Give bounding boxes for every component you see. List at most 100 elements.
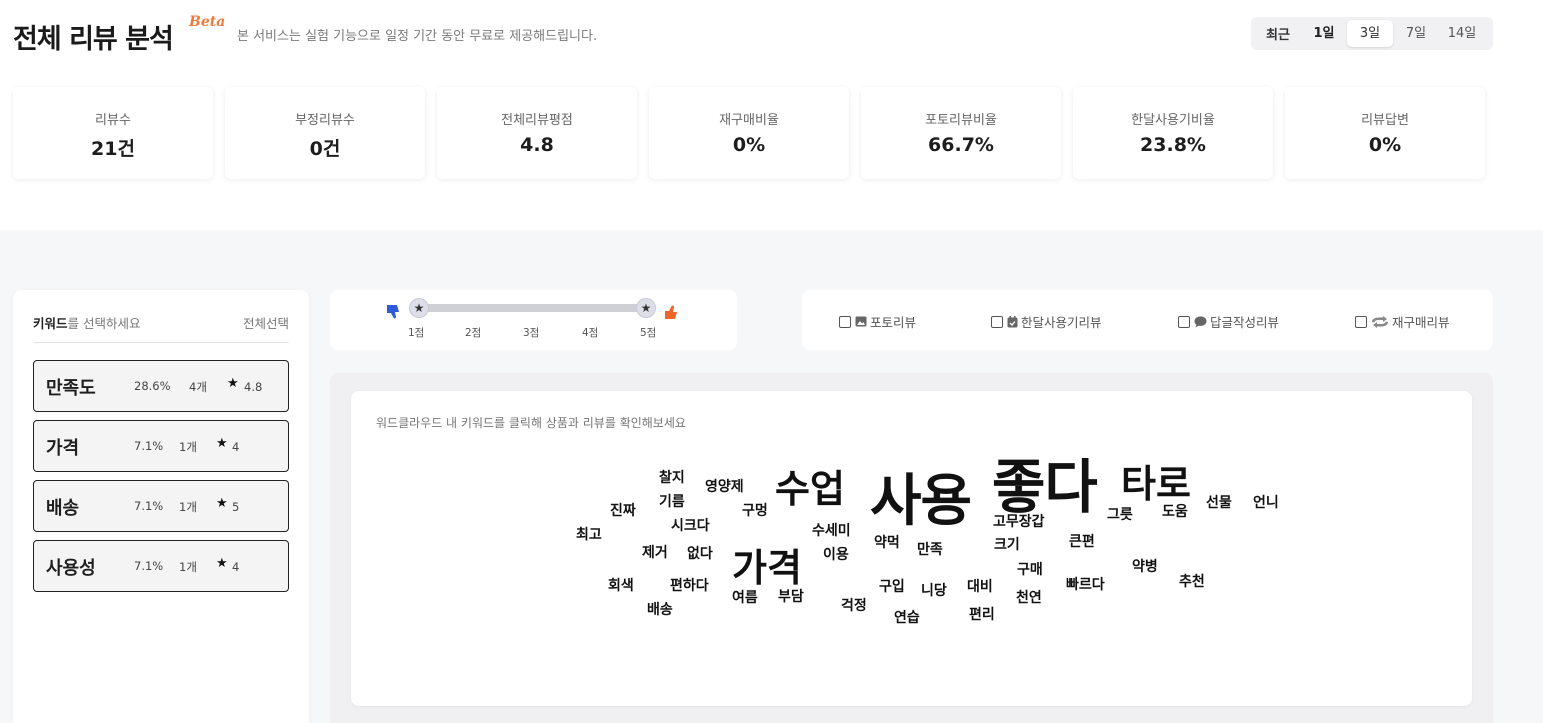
stat-card-negative-count: 부정리뷰수 0건 <box>225 87 425 179</box>
stat-label: 한달사용기비율 <box>1131 113 1215 128</box>
period-option-7d[interactable]: 7일 <box>1393 20 1439 47</box>
cloud-word[interactable]: 그릇 <box>1107 504 1133 524</box>
rating-tick: 1점 <box>408 327 425 339</box>
stat-card-reply-ratio: 리뷰답변 0% <box>1285 87 1485 179</box>
cloud-word[interactable]: 도움 <box>1162 501 1188 521</box>
cloud-word[interactable]: 회색 <box>608 575 634 595</box>
cloud-word[interactable]: 언니 <box>1253 492 1279 512</box>
cloud-word[interactable]: 최고 <box>576 524 602 544</box>
keyword-item-usability[interactable]: 사용성 7.1% 1개 ★ 4 <box>33 540 289 592</box>
cloud-word[interactable]: 걱정 <box>841 595 867 615</box>
keyword-count: 4개 <box>189 380 207 394</box>
period-label: 최근 <box>1266 28 1290 43</box>
keyword-item-price[interactable]: 가격 7.1% 1개 ★ 4 <box>33 420 289 472</box>
stat-label: 전체리뷰평점 <box>501 113 573 128</box>
cloud-word[interactable]: 만족 <box>917 539 943 559</box>
filter-reply-review[interactable]: 답글작성리뷰 <box>1178 312 1279 331</box>
cloud-word[interactable]: 진짜 <box>610 500 636 520</box>
cloud-word[interactable]: 편하다 <box>670 575 709 595</box>
filter-label: 한달사용기리뷰 <box>1021 315 1102 330</box>
cloud-word[interactable]: 가격 <box>732 537 802 592</box>
stat-value: 23.8% <box>1140 134 1206 156</box>
checkbox[interactable] <box>1178 315 1190 328</box>
keyword-count: 1개 <box>179 440 197 454</box>
wordcloud-hint: 워드클라우드 내 키워드를 클릭해 상품과 리뷰를 확인해보세요 <box>376 416 686 430</box>
cloud-word[interactable]: 배송 <box>647 599 673 619</box>
cloud-word[interactable]: 사용 <box>870 456 972 537</box>
period-option-14d[interactable]: 14일 <box>1439 20 1485 47</box>
filter-photo-review[interactable]: 포토리뷰 <box>839 312 916 331</box>
keyword-item-delivery[interactable]: 배송 7.1% 1개 ★ 5 <box>33 480 289 532</box>
cloud-word[interactable]: 영양제 <box>705 476 744 496</box>
cloud-word[interactable]: 추천 <box>1179 571 1205 591</box>
review-type-filters: 포토리뷰 한달사용기리뷰 답글작성리뷰 재구매리뷰 <box>802 290 1493 350</box>
star-icon: ★ <box>227 376 239 391</box>
keyword-percent: 28.6% <box>134 379 171 393</box>
keyword-count: 1개 <box>179 500 197 514</box>
cloud-word[interactable]: 구매 <box>1017 559 1043 579</box>
cloud-word[interactable]: 시크다 <box>671 515 710 535</box>
star-icon: ★ <box>216 436 228 451</box>
cloud-word[interactable]: 수세미 <box>812 520 851 540</box>
cloud-word[interactable]: 부담 <box>778 586 804 606</box>
stats-row: 리뷰수 21건 부정리뷰수 0건 전체리뷰평점 4.8 재구매비율 0% 포토리… <box>13 87 1485 179</box>
cloud-word[interactable]: 없다 <box>687 543 713 563</box>
cloud-word[interactable]: 기름 <box>659 491 685 511</box>
filter-repurchase-review[interactable]: 재구매리뷰 <box>1355 312 1450 331</box>
thumbs-down-icon <box>387 304 401 324</box>
period-option-3d[interactable]: 3일 <box>1347 20 1393 47</box>
checkbox[interactable] <box>991 315 1003 328</box>
cloud-word[interactable]: 큰편 <box>1069 531 1095 551</box>
select-all-link[interactable]: 전체선택 <box>243 313 289 332</box>
filter-label: 재구매리뷰 <box>1392 315 1450 330</box>
cloud-word[interactable]: 고무장갑 <box>993 511 1045 531</box>
cloud-word[interactable]: 빠르다 <box>1066 574 1105 594</box>
stat-value: 0% <box>1368 134 1402 156</box>
stat-card-review-count: 리뷰수 21건 <box>13 87 213 179</box>
cloud-word[interactable]: 대비 <box>967 576 993 596</box>
stat-card-month-use-ratio: 한달사용기비율 23.8% <box>1073 87 1273 179</box>
stat-value: 0건 <box>309 138 341 160</box>
cloud-word[interactable]: 구멍 <box>742 500 768 520</box>
keyword-prompt: 키워드를 선택하세요 <box>33 316 141 331</box>
cloud-word[interactable]: 선물 <box>1206 492 1232 512</box>
cloud-word[interactable]: 수업 <box>775 458 845 513</box>
cloud-word[interactable]: 제거 <box>642 542 668 562</box>
cloud-word[interactable]: 약병 <box>1132 556 1158 576</box>
cloud-word[interactable]: 편리 <box>969 604 995 624</box>
star-icon: ★ <box>216 556 228 571</box>
cloud-word[interactable]: 크기 <box>994 534 1020 554</box>
photo-icon <box>855 316 867 327</box>
cloud-word[interactable]: 이용 <box>823 544 849 564</box>
stat-value: 21건 <box>91 138 135 160</box>
stat-label: 리뷰수 <box>95 113 131 128</box>
rating-slider-max-handle[interactable]: ★ <box>637 299 655 317</box>
cloud-word[interactable]: 찰지 <box>659 467 685 487</box>
period-option-1d[interactable]: 1일 <box>1301 20 1347 47</box>
checkbox[interactable] <box>1355 315 1367 328</box>
cloud-word[interactable]: 타로 <box>1121 453 1191 508</box>
checkbox[interactable] <box>839 315 851 328</box>
cloud-word[interactable]: 약먹 <box>874 532 900 552</box>
stat-label: 리뷰답변 <box>1361 113 1409 128</box>
keyword-name: 가격 <box>46 438 80 459</box>
cloud-word[interactable]: 천연 <box>1016 587 1042 607</box>
keyword-percent: 7.1% <box>134 499 164 513</box>
keyword-name: 사용성 <box>46 558 96 579</box>
keyword-rating: 4.8 <box>244 380 263 394</box>
rating-slider-track[interactable] <box>419 304 647 312</box>
keyword-panel: 키워드를 선택하세요 전체선택 만족도 28.6% 4개 ★ 4.8 가격 7.… <box>13 290 309 723</box>
stat-value: 4.8 <box>520 134 554 156</box>
cloud-word[interactable]: 여름 <box>732 587 758 607</box>
cloud-word[interactable]: 니당 <box>921 580 947 600</box>
cloud-word[interactable]: 구입 <box>879 576 905 596</box>
speech-bubble-icon <box>1194 315 1207 328</box>
stat-value: 66.7% <box>928 134 994 156</box>
filter-month-use-review[interactable]: 한달사용기리뷰 <box>991 312 1102 331</box>
rating-slider-min-handle[interactable]: ★ <box>410 299 428 317</box>
keyword-item-satisfaction[interactable]: 만족도 28.6% 4개 ★ 4.8 <box>33 360 289 412</box>
calendar-icon <box>1007 315 1018 328</box>
stat-label: 재구매비율 <box>719 113 779 128</box>
keyword-rating: 4 <box>232 560 240 574</box>
cloud-word[interactable]: 연습 <box>894 607 920 627</box>
